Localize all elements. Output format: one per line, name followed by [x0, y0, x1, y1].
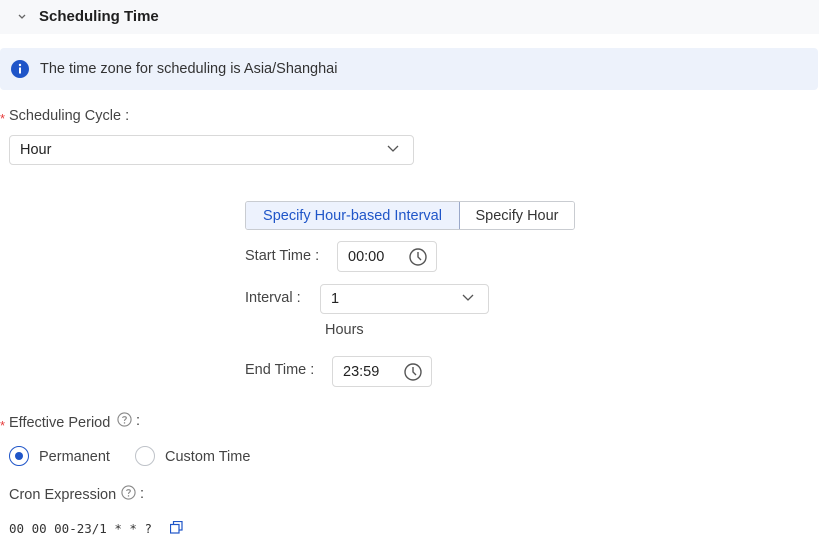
chevron-down-icon[interactable] — [16, 10, 28, 22]
interval-label: Interval : — [245, 290, 301, 306]
chevron-down-icon — [462, 294, 474, 301]
info-icon — [11, 60, 29, 78]
help-icon[interactable] — [121, 485, 136, 500]
info-text: The time zone for scheduling is Asia/Sha… — [40, 61, 338, 77]
radio-permanent-label[interactable]: Permanent — [39, 449, 110, 465]
required-mark: * — [0, 111, 6, 126]
cron-expression-colon: : — [140, 486, 145, 502]
end-time-value: 23:59 — [343, 363, 380, 380]
radio-custom-time[interactable] — [135, 446, 155, 466]
radio-custom-time-label[interactable]: Custom Time — [165, 449, 250, 465]
required-mark: * — [0, 418, 6, 433]
interval-unit: Hours — [325, 322, 364, 338]
chevron-down-icon — [387, 145, 399, 152]
clock-icon — [409, 248, 427, 266]
tab-specify-hour-interval[interactable]: Specify Hour-based Interval — [246, 202, 460, 229]
cron-expression-value: 00 00 00-23/1 * * ? — [9, 521, 152, 536]
effective-period-colon: : — [136, 413, 141, 429]
section-title: Scheduling Time — [39, 8, 159, 25]
start-time-value: 00:00 — [348, 248, 385, 265]
radio-permanent[interactable] — [9, 446, 29, 466]
tab-specify-hour[interactable]: Specify Hour — [460, 202, 574, 229]
section-header[interactable]: Scheduling Time — [0, 0, 819, 34]
scheduling-cycle-value: Hour — [20, 142, 52, 158]
interval-value: 1 — [331, 291, 340, 307]
copy-icon[interactable] — [170, 521, 183, 534]
end-time-label: End Time : — [245, 362, 315, 378]
end-time-picker[interactable]: 23:59 — [332, 356, 432, 387]
scheduling-cycle-label: Scheduling Cycle : — [9, 108, 130, 124]
start-time-label: Start Time : — [245, 248, 320, 264]
clock-icon — [404, 363, 422, 381]
cron-expression-label: Cron Expression — [9, 487, 117, 503]
start-time-picker[interactable]: 00:00 — [337, 241, 437, 272]
effective-period-label: Effective Period — [9, 415, 111, 431]
interval-mode-toggle[interactable]: Specify Hour-based Interval Specify Hour — [245, 201, 575, 230]
interval-select[interactable]: 1 — [320, 284, 489, 314]
scheduling-cycle-select[interactable]: Hour — [9, 135, 414, 165]
help-icon[interactable] — [117, 412, 132, 427]
